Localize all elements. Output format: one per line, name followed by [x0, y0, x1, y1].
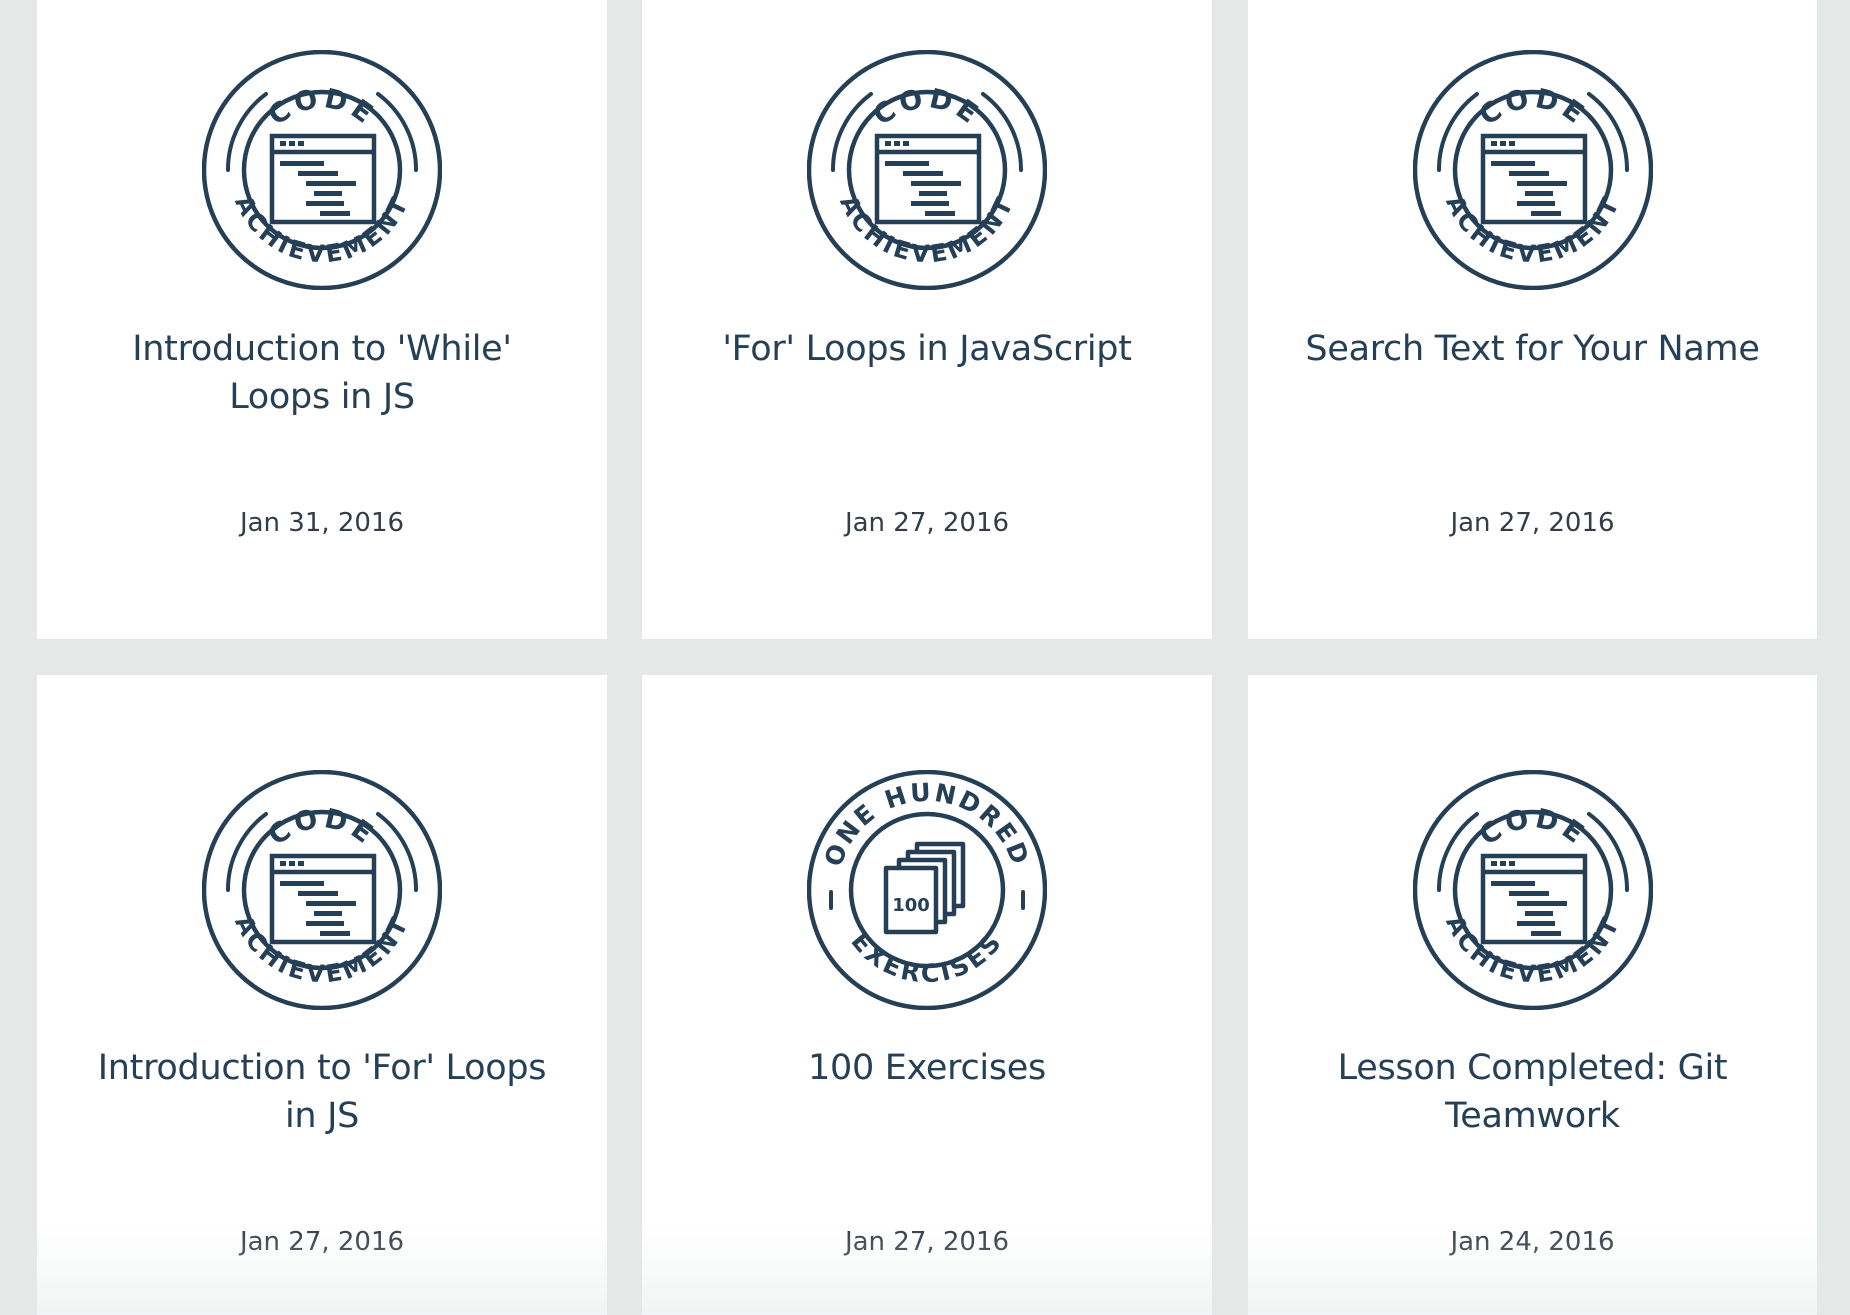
badge-center-text: 100	[892, 895, 930, 916]
achievement-card[interactable]: CODE ACHIEVEMENT	[37, 0, 607, 639]
code-achievement-badge-icon: CODE ACHIEVEMENT	[1412, 50, 1653, 290]
achievement-date: Jan 31, 2016	[239, 508, 405, 538]
achievements-grid: CODE ACHIEVEMENT Introduction to 'While'…	[0, 0, 1850, 1315]
code-achievement-badge-icon: CODE ACHIEVEMENT	[807, 50, 1047, 290]
code-achievement-badge-icon: CODE ACHIEVEMENT	[202, 770, 442, 1010]
code-achievement-badge-icon: CODE ACHIEVEMENT	[1412, 770, 1653, 1010]
achievement-date: Jan 24, 2016	[1450, 1227, 1615, 1257]
achievement-title: 'For' Loops in JavaScript	[722, 329, 1132, 369]
achievement-title: Introduction to 'For' Loops in JS	[97, 1048, 547, 1136]
svg-text:EXERCISES: EXERCISES	[845, 927, 1008, 989]
one-hundred-exercises-badge-icon: ONE HUNDRED EXERCISES 100	[807, 770, 1047, 1010]
code-achievement-badge-icon: CODE ACHIEVEMENT	[202, 50, 442, 290]
code-achievement-badge-icon: CODE ACHIEVEMENT	[1412, 50, 1653, 290]
achievement-title: Search Text for Your Name	[1305, 329, 1760, 369]
achievement-card[interactable]: CODE ACHIEVEMENT	[37, 675, 607, 1315]
achievement-card[interactable]: CODE ACHIEVEMENT	[1248, 0, 1817, 639]
achievement-title: Lesson Completed: Git Teamwork	[1337, 1048, 1728, 1136]
achievement-date: Jan 27, 2016	[844, 508, 1010, 538]
achievement-card[interactable]: CODE ACHIEVEMENT	[1248, 675, 1817, 1315]
achievement-title: 100 Exercises	[808, 1048, 1046, 1088]
code-achievement-badge-icon: CODE ACHIEVEMENT	[202, 770, 442, 1010]
achievement-date: Jan 27, 2016	[239, 1227, 405, 1257]
achievement-card[interactable]: ONE HUNDRED EXERCISES 100 100 Exercises …	[642, 675, 1212, 1315]
one-hundred-exercises-badge-icon: ONE HUNDRED EXERCISES 100	[807, 770, 1047, 1010]
code-achievement-badge-icon: CODE ACHIEVEMENT	[202, 50, 442, 290]
achievement-date: Jan 27, 2016	[844, 1227, 1010, 1257]
code-achievement-badge-icon: CODE ACHIEVEMENT	[1412, 770, 1653, 1010]
code-achievement-badge-icon: CODE ACHIEVEMENT	[807, 50, 1047, 290]
badge-bottom-text: EXERCISES	[845, 927, 1005, 989]
achievement-card[interactable]: CODE ACHIEVEMENT	[642, 0, 1212, 639]
achievement-date: Jan 27, 2016	[1450, 508, 1615, 538]
achievement-title: Introduction to 'While' Loops in JS	[132, 329, 512, 417]
